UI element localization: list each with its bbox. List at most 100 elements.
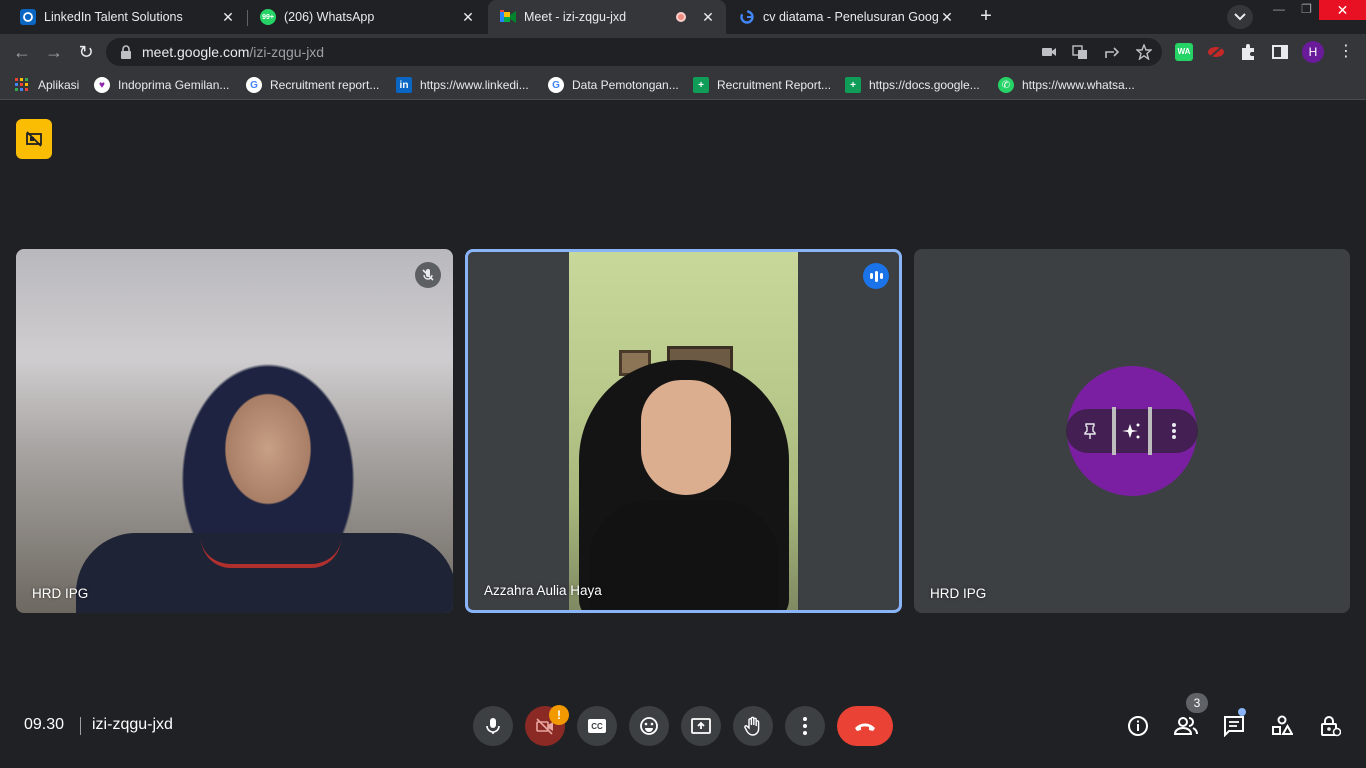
participant-tile-active-speaker[interactable]: Azzahra Aulia Haya — [465, 249, 902, 613]
camera-warning-badge: ! — [549, 705, 569, 725]
window-close-button[interactable]: ✕ — [1319, 0, 1366, 20]
google-sheets-icon: + — [845, 77, 861, 93]
minimize-button[interactable]: — — [1264, 0, 1294, 20]
chrome-menu-button[interactable]: ⋮ — [1334, 40, 1358, 64]
profile-avatar[interactable]: H — [1302, 41, 1324, 63]
bookmark-data-pemotongan[interactable]: G Data Pemotongan... — [548, 76, 679, 94]
closed-captions-icon: CC — [588, 719, 606, 733]
lock-icon — [121, 45, 131, 59]
recording-badge[interactable] — [16, 119, 52, 159]
side-panel-icon[interactable] — [1271, 43, 1289, 61]
bookmark-recruitment-report[interactable]: G Recruitment report... — [246, 76, 379, 94]
bookmark-label: https://www.whatsa... — [1022, 78, 1135, 92]
close-icon[interactable]: ✕ — [460, 9, 476, 25]
video-collar-shape — [201, 538, 341, 568]
activities-shapes-icon — [1272, 715, 1293, 735]
participant-video — [569, 252, 798, 610]
wa-extension-label: WA — [1177, 47, 1191, 56]
camera-in-use-icon[interactable] — [1041, 44, 1057, 60]
extensions-puzzle-icon[interactable] — [1239, 43, 1257, 61]
video-face-shape — [641, 380, 731, 495]
microphone-icon — [486, 718, 500, 734]
sparkle-icon — [1122, 423, 1140, 439]
meeting-details-button[interactable] — [1125, 713, 1151, 739]
captions-button[interactable]: CC — [577, 706, 617, 746]
people-icon — [1174, 717, 1198, 735]
bookmarks-bar: Aplikasi ♥ Indoprima Gemilan... G Recrui… — [0, 70, 1366, 100]
bookmark-docs-google[interactable]: + https://docs.google... — [845, 76, 980, 94]
activities-button[interactable] — [1269, 713, 1295, 739]
tab-strip: LinkedIn Talent Solutions ✕ 99+ (206) Wh… — [0, 0, 1366, 34]
meet-stage: HRD IPG Azzahra Aulia Haya HRD IPG 09.30… — [0, 101, 1366, 768]
bookmark-recruitment-report-sheet[interactable]: + Recruitment Report... — [693, 76, 831, 94]
lock-person-icon — [1321, 716, 1341, 737]
present-screen-button[interactable] — [681, 706, 721, 746]
people-button[interactable] — [1173, 713, 1199, 739]
host-controls-button[interactable] — [1317, 713, 1343, 739]
share-icon[interactable] — [1104, 44, 1120, 60]
more-vert-icon — [803, 717, 807, 735]
bookmark-label: https://docs.google... — [869, 78, 980, 92]
svg-text:CC: CC — [591, 722, 603, 731]
chat-button[interactable] — [1221, 713, 1247, 739]
tab-meet[interactable]: Meet - izi-zqgu-jxd ✕ — [488, 0, 726, 34]
url-text: meet.google.com/izi-zqgu-jxd — [142, 44, 324, 60]
maximize-button[interactable]: ❐ — [1294, 0, 1319, 20]
emoji-reaction-button[interactable] — [629, 706, 669, 746]
forward-button[interactable]: → — [42, 40, 66, 64]
heart-logo-icon: ♥ — [94, 77, 110, 93]
mic-muted-icon — [415, 262, 441, 288]
bookmark-star-icon[interactable] — [1136, 44, 1152, 60]
google-icon: G — [246, 77, 262, 93]
google-meet-icon — [500, 9, 516, 25]
effects-button[interactable] — [1112, 407, 1152, 455]
translate-icon[interactable] — [1072, 44, 1088, 60]
more-options-icon[interactable] — [1164, 421, 1184, 441]
bookmark-label: Data Pemotongan... — [572, 78, 679, 92]
leave-call-button[interactable] — [837, 706, 893, 746]
tab-google-search[interactable]: cv diatama - Penelusuran Google ✕ — [727, 0, 965, 34]
google-sheets-icon: + — [693, 77, 709, 93]
participant-tile[interactable]: HRD IPG — [16, 249, 453, 613]
bookmark-indoprima[interactable]: ♥ Indoprima Gemilan... — [94, 76, 229, 94]
tab-linkedin[interactable]: LinkedIn Talent Solutions ✕ — [8, 0, 246, 34]
tab-title: (206) WhatsApp — [284, 10, 375, 24]
bookmark-apps[interactable]: Aplikasi — [14, 76, 79, 94]
url-host: meet.google.com — [142, 44, 250, 60]
pin-icon[interactable] — [1080, 421, 1100, 441]
microphone-button[interactable] — [473, 706, 513, 746]
raise-hand-button[interactable] — [733, 706, 773, 746]
bookmark-label: Recruitment report... — [270, 78, 380, 92]
emoji-icon — [640, 717, 658, 735]
more-options-button[interactable] — [785, 706, 825, 746]
tab-whatsapp[interactable]: 99+ (206) WhatsApp ✕ — [248, 0, 486, 34]
eye-extension-icon[interactable] — [1207, 43, 1225, 61]
divider — [80, 717, 81, 735]
whatsapp-icon: 99+ — [260, 9, 276, 25]
close-icon[interactable]: ✕ — [939, 9, 955, 25]
bookmark-whatsapp[interactable]: ✆ https://www.whatsa... — [998, 76, 1135, 94]
chevron-down-icon — [1234, 13, 1246, 21]
close-icon[interactable]: ✕ — [700, 9, 716, 25]
close-icon[interactable]: ✕ — [220, 9, 236, 25]
bookmark-linkedin[interactable]: in https://www.linkedi... — [396, 76, 529, 94]
whatsapp-icon: ✆ — [998, 77, 1014, 93]
linkedin-icon: in — [396, 77, 412, 93]
google-icon — [739, 9, 755, 25]
tab-search-button[interactable] — [1227, 5, 1253, 29]
address-bar[interactable]: meet.google.com/izi-zqgu-jxd — [106, 38, 1162, 66]
linkedin-talent-icon — [20, 9, 36, 25]
reload-button[interactable]: ↻ — [74, 40, 98, 64]
google-icon: G — [548, 77, 564, 93]
participant-video — [16, 249, 453, 613]
video-off-icon — [26, 131, 42, 147]
browser-toolbar: ← → ↻ meet.google.com/izi-zqgu-jxd WA H … — [0, 34, 1366, 70]
back-button[interactable]: ← — [10, 40, 34, 64]
present-icon — [691, 718, 711, 734]
recording-indicator-icon — [676, 12, 686, 22]
new-tab-button[interactable]: + — [974, 5, 998, 29]
tab-title: cv diatama - Penelusuran Google — [763, 10, 939, 24]
whatsapp-extension-icon[interactable]: WA — [1175, 43, 1193, 61]
participant-tile[interactable]: HRD IPG — [914, 249, 1350, 613]
hand-icon — [744, 716, 760, 736]
